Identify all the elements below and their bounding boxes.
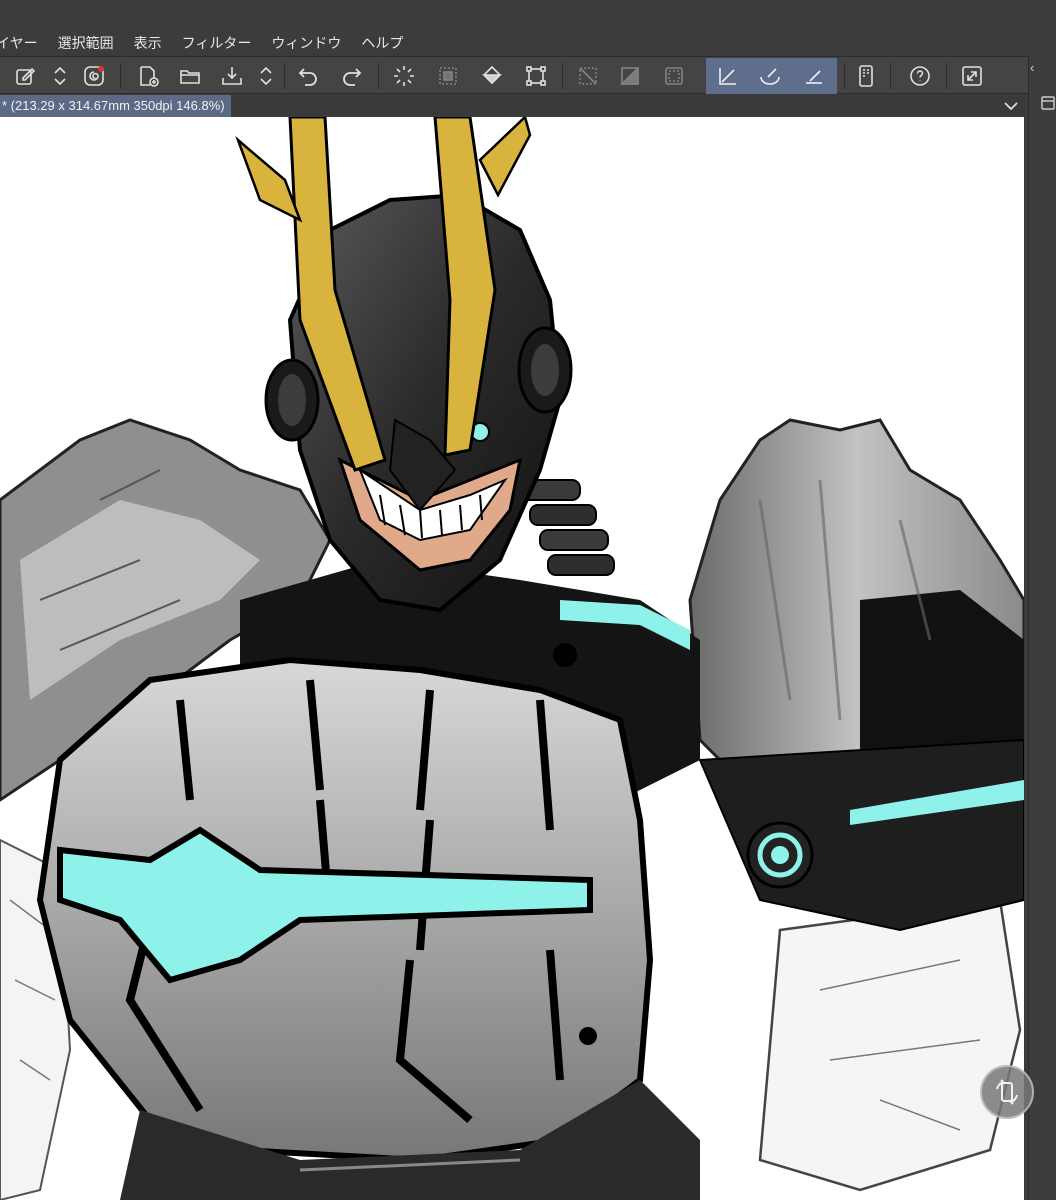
menu-help[interactable]: ヘルプ — [361, 32, 403, 54]
menu-layer[interactable]: イヤー — [0, 32, 38, 54]
help-icon[interactable] — [904, 61, 936, 91]
neck-coils — [519, 479, 615, 576]
menu-bar: イヤー 選択範囲 表示 フィルター ウィンドウ ヘルプ — [0, 32, 1056, 54]
menu-window[interactable]: ウィンドウ — [271, 32, 341, 54]
snap-ruler-icon[interactable] — [712, 61, 744, 91]
spiral-app-icon[interactable] — [78, 61, 110, 91]
fill-selection-icon[interactable] — [432, 61, 464, 91]
clear-icon[interactable] — [388, 61, 420, 91]
selection-border-icon[interactable] — [658, 61, 690, 91]
fill-icon[interactable] — [476, 61, 508, 91]
toolbar-divider — [844, 63, 845, 89]
fullscreen-icon[interactable] — [956, 61, 988, 91]
open-folder-icon[interactable] — [174, 61, 206, 91]
snap-curve-icon[interactable] — [754, 61, 786, 91]
edit-layer-icon[interactable] — [10, 61, 42, 91]
timeline-icon[interactable] — [1040, 94, 1056, 112]
chevron-left-icon[interactable]: ‹ — [1030, 60, 1034, 75]
snap-special-ruler-icon[interactable] — [798, 61, 830, 91]
menu-filter[interactable]: フィルター — [182, 32, 252, 54]
toolbar-divider — [946, 63, 947, 89]
transform-icon[interactable] — [520, 61, 552, 91]
save-options-arrows-icon[interactable] — [250, 61, 282, 91]
menu-selection[interactable]: 選択範囲 — [58, 32, 114, 54]
title-bar — [0, 0, 1056, 32]
toolbar-divider — [378, 63, 379, 89]
save-icon[interactable] — [216, 61, 248, 91]
document-tab[interactable]: * (213.29 x 314.67mm 350dpi 146.8%) — [0, 95, 231, 117]
invert-selection-icon[interactable] — [614, 61, 646, 91]
robot-artwork — [0, 117, 1024, 1200]
up-down-arrows-icon[interactable] — [44, 61, 76, 91]
rotate-canvas-button[interactable] — [980, 1065, 1034, 1119]
side-panel-strip — [1028, 56, 1056, 1200]
toolbar-divider — [562, 63, 563, 89]
new-canvas-icon[interactable] — [132, 61, 164, 91]
command-bar — [0, 56, 1028, 94]
redo-icon[interactable] — [336, 61, 368, 91]
undo-icon[interactable] — [292, 61, 324, 91]
toolbar-divider — [284, 63, 285, 89]
chevron-down-icon[interactable] — [1002, 97, 1020, 115]
deselect-icon[interactable] — [572, 61, 604, 91]
smartphone-icon[interactable] — [850, 61, 882, 91]
toolbar-divider — [120, 63, 121, 89]
document-tab-bar: * (213.29 x 314.67mm 350dpi 146.8%) — [0, 95, 1028, 117]
toolbar-divider — [890, 63, 891, 89]
drawing-canvas[interactable] — [0, 117, 1024, 1200]
rotate-icon — [996, 1079, 1018, 1105]
menu-view[interactable]: 表示 — [134, 32, 162, 54]
